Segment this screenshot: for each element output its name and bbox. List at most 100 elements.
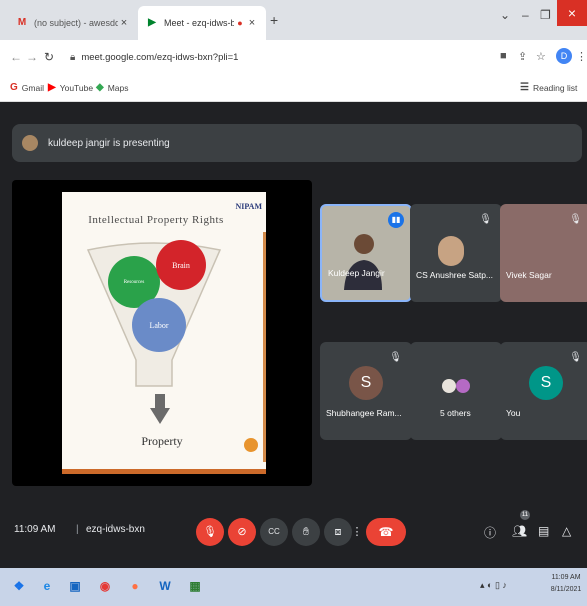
- new-tab-button[interactable]: +: [270, 12, 278, 28]
- tab-meet[interactable]: ▶ Meet - ezq-idws-bxn ● ×: [138, 6, 266, 40]
- meet-icon: ▶: [148, 17, 156, 28]
- others-avatars: [442, 379, 470, 393]
- participant-video: [344, 234, 382, 290]
- screen: M (no subject) - awesddfsertanda × ▶ Mee…: [0, 0, 587, 606]
- chat-icon[interactable]: ▤: [538, 524, 549, 538]
- chrome-icon[interactable]: ◉: [94, 574, 116, 598]
- participant-name: Shubhangee Ram...: [326, 408, 402, 418]
- participant-name: 5 others: [440, 408, 471, 418]
- document-icon[interactable]: ▦: [184, 574, 206, 598]
- meeting-time: 11:09 AM: [14, 524, 56, 535]
- circle-brain: Brain: [156, 240, 206, 290]
- close-tab-icon[interactable]: ×: [246, 17, 258, 29]
- participant-tile[interactable]: 🎙︎ CS Anushree Satp...: [410, 204, 502, 302]
- bookmark-youtube[interactable]: ▶ YouTube: [48, 82, 93, 93]
- end-call-icon[interactable]: ☎︎: [366, 518, 406, 546]
- mic-off-icon: 🎙︎: [389, 352, 402, 363]
- slide: Intellectual Property Rights NIPAM Resou…: [62, 192, 266, 474]
- speaking-indicator-icon: ▮▮: [388, 212, 404, 228]
- firefox-icon[interactable]: ●: [124, 574, 146, 598]
- camera-indicator-icon[interactable]: ■: [500, 50, 507, 62]
- explorer-icon[interactable]: ▣: [64, 574, 86, 598]
- mic-off-icon[interactable]: 🎙︎: [196, 518, 224, 546]
- tab-gmail[interactable]: M (no subject) - awesddfsertanda ×: [8, 6, 138, 40]
- chevron-down-icon[interactable]: ⌄: [500, 8, 510, 26]
- slide-title: Intellectual Property Rights: [88, 214, 224, 226]
- presenting-banner: kuldeep jangir is presenting: [12, 124, 582, 162]
- taskbar-clock[interactable]: 11:09 AM 8/11/2021: [548, 572, 584, 596]
- mic-off-icon: 🎙︎: [569, 214, 582, 225]
- forward-icon[interactable]: →: [26, 50, 38, 64]
- profile-avatar[interactable]: D: [556, 48, 572, 64]
- maximize-button[interactable]: ❐: [540, 8, 551, 26]
- address-bar: ← → ↻ 🔒︎ meet.google.com/ezq-idws-bxn?pl…: [0, 40, 587, 74]
- youtube-icon: ▶: [48, 82, 56, 93]
- lock-icon: 🔒︎: [70, 51, 76, 63]
- presentation-stage[interactable]: Intellectual Property Rights NIPAM Resou…: [12, 180, 312, 486]
- people-icon[interactable]: 👥︎: [512, 524, 527, 538]
- info-icon[interactable]: ⓘ: [484, 524, 496, 541]
- word-icon[interactable]: W: [154, 574, 176, 598]
- bookmark-label: YouTube: [59, 82, 94, 93]
- orange-dot: [244, 438, 258, 452]
- slide-logo: NIPAM: [235, 202, 262, 211]
- control-bar: 11:09 AM | ezq-idws-bxn 🎙︎ ⊘ CC ✋︎ ⧈ ⋮ ☎…: [0, 506, 587, 558]
- share-icon[interactable]: ⇪: [518, 50, 527, 63]
- reload-icon[interactable]: ↻: [44, 50, 54, 64]
- reading-list-label: Reading list: [532, 82, 578, 93]
- participant-tile[interactable]: 5 others: [410, 342, 502, 440]
- participant-tile[interactable]: 🎙︎ S You: [500, 342, 587, 440]
- bookmark-label: Maps: [107, 82, 129, 93]
- presenting-text: kuldeep jangir is presenting: [48, 137, 170, 149]
- participant-photo: [438, 236, 464, 266]
- meet-area: kuldeep jangir is presenting Intellectua…: [0, 102, 587, 568]
- meeting-code: ezq-idws-bxn: [86, 524, 145, 535]
- close-tab-icon[interactable]: ×: [118, 17, 130, 29]
- camera-off-icon[interactable]: ⊘: [228, 518, 256, 546]
- participant-tile[interactable]: 🎙︎ S Shubhangee Ram...: [320, 342, 412, 440]
- gmail-icon: G: [10, 82, 18, 93]
- down-arrow-icon: [150, 394, 170, 424]
- captions-icon[interactable]: CC: [260, 518, 288, 546]
- more-icon[interactable]: ⋮: [350, 518, 364, 546]
- minimize-button[interactable]: –: [522, 8, 529, 26]
- tab-label: (no subject) - awesddfsertanda: [34, 18, 118, 28]
- reading-list-icon: ☰: [520, 82, 529, 93]
- taskbar-time: 11:09 AM: [551, 574, 581, 581]
- gmail-icon: M: [17, 17, 27, 28]
- presenter-avatar: [22, 135, 38, 151]
- recording-dot-icon: ●: [237, 18, 243, 28]
- bookmark-label: Gmail: [21, 82, 44, 93]
- taskbar: ❖ e ▣ ◉ ● W ▦ ▴ ◐ ▯ ♪ 11:09 AM 8/11/2021: [0, 568, 587, 606]
- present-icon[interactable]: ⧈: [324, 518, 352, 546]
- bookmark-maps[interactable]: ◆ Maps: [96, 82, 129, 93]
- back-icon[interactable]: ←: [10, 50, 22, 64]
- star-icon[interactable]: ☆: [536, 50, 546, 63]
- separator: |: [76, 524, 79, 535]
- slide-bottom-bar: [62, 469, 266, 474]
- raise-hand-icon[interactable]: ✋︎: [292, 518, 320, 546]
- ie-icon[interactable]: e: [36, 574, 58, 598]
- participant-tile[interactable]: 🎙︎ Vivek Sagar: [500, 204, 587, 302]
- maps-icon: ◆: [96, 82, 104, 93]
- system-tray-icons[interactable]: ▴ ◐ ▯ ♪: [480, 580, 507, 591]
- mic-off-icon: 🎙︎: [569, 352, 582, 363]
- activities-icon[interactable]: △: [562, 524, 571, 538]
- taskbar-date: 8/11/2021: [550, 586, 582, 593]
- circle-labor: Labor: [132, 298, 186, 352]
- participant-name: Kuldeep Jangir: [328, 268, 385, 278]
- bookmark-gmail[interactable]: G Gmail: [10, 82, 44, 93]
- participants-badge: 11: [520, 510, 530, 520]
- participant-name: CS Anushree Satp...: [416, 270, 494, 280]
- slide-property-label: Property: [141, 434, 183, 448]
- close-window-button[interactable]: ×: [557, 0, 587, 26]
- participant-name: Vivek Sagar: [506, 270, 552, 280]
- tab-strip: M (no subject) - awesddfsertanda × ▶ Mee…: [0, 0, 587, 40]
- participant-name: You: [506, 408, 521, 418]
- participant-avatar: S: [529, 366, 563, 401]
- start-button[interactable]: ❖: [8, 574, 30, 598]
- participant-tile[interactable]: ▮▮ Kuldeep Jangir: [320, 204, 412, 302]
- menu-icon[interactable]: ⋮: [576, 50, 587, 63]
- omnibox[interactable]: 🔒︎ meet.google.com/ezq-idws-bxn?pli=1: [62, 46, 482, 68]
- reading-list-button[interactable]: ☰ Reading list: [520, 82, 577, 93]
